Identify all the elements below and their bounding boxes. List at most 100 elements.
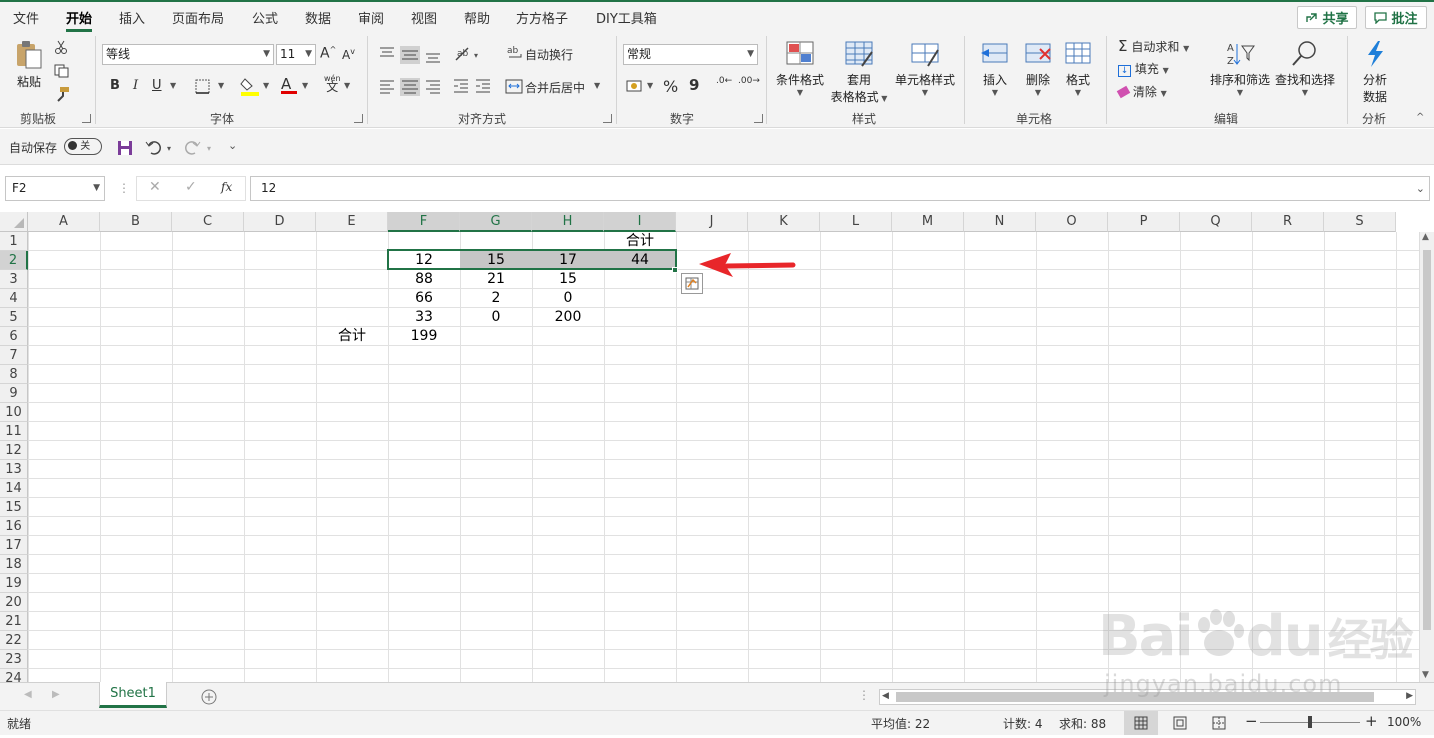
- page-layout-view-icon[interactable]: [1172, 715, 1188, 731]
- indent-icons[interactable]: [452, 78, 492, 96]
- row-header-13[interactable]: 13: [0, 460, 28, 479]
- column-header-n[interactable]: N: [964, 212, 1036, 232]
- horizontal-scroll-thumb[interactable]: [896, 692, 1374, 702]
- tab-data[interactable]: 数据: [305, 8, 331, 27]
- comma-button[interactable]: 9: [689, 76, 699, 94]
- grow-font-button[interactable]: A^: [320, 45, 336, 62]
- column-header-e[interactable]: E: [316, 212, 388, 232]
- font-size-combo[interactable]: 11 ▼: [276, 44, 316, 65]
- vertical-scrollbar[interactable]: ▲ ▼: [1419, 232, 1434, 682]
- orientation-icon[interactable]: ab ▾: [454, 44, 484, 64]
- fill-color-icon[interactable]: [240, 76, 260, 96]
- merge-center-icon[interactable]: [505, 78, 523, 96]
- horizontal-scrollbar[interactable]: ◀ ▶: [879, 689, 1416, 705]
- number-launcher-icon[interactable]: [754, 114, 763, 123]
- cell-f3[interactable]: 88: [388, 270, 460, 289]
- collapse-ribbon-icon[interactable]: ^: [1416, 112, 1424, 123]
- find-select-button[interactable]: 查找和选择 ▼: [1273, 40, 1337, 97]
- prev-sheet-icon[interactable]: ◀: [24, 689, 32, 700]
- cell-g5[interactable]: 0: [460, 308, 532, 327]
- clipboard-launcher-icon[interactable]: [82, 114, 91, 123]
- page-break-view-icon[interactable]: [1211, 715, 1227, 731]
- undo-icon[interactable]: ▾: [145, 139, 175, 155]
- chevron-down-icon[interactable]: ▼: [344, 81, 350, 90]
- select-all-corner[interactable]: [0, 212, 28, 232]
- analyze-data-button[interactable]: 分析 数据: [1356, 40, 1394, 105]
- tab-formulas[interactable]: 公式: [252, 8, 278, 27]
- tab-splitter-icon[interactable]: ⋮: [858, 688, 870, 702]
- merge-center-button[interactable]: 合并后居中: [525, 79, 585, 96]
- column-header-q[interactable]: Q: [1180, 212, 1252, 232]
- cancel-icon[interactable]: ✕: [149, 179, 161, 195]
- tab-home[interactable]: 开始: [66, 8, 93, 32]
- enter-icon[interactable]: ✓: [185, 179, 197, 195]
- zoom-slider-thumb[interactable]: [1308, 716, 1312, 728]
- scroll-thumb[interactable]: [1423, 250, 1431, 630]
- insert-cells-button[interactable]: 插入 ▼: [975, 40, 1015, 97]
- sort-filter-button[interactable]: AZ 排序和筛选 ▼: [1208, 40, 1272, 97]
- row-header-9[interactable]: 9: [0, 384, 28, 403]
- row-header-14[interactable]: 14: [0, 479, 28, 498]
- horizontal-align-icons[interactable]: [378, 78, 448, 96]
- decrease-decimal-button[interactable]: .00→: [738, 77, 760, 86]
- cell-f4[interactable]: 66: [388, 289, 460, 308]
- column-header-d[interactable]: D: [244, 212, 316, 232]
- delete-cells-button[interactable]: 删除 ▼: [1018, 40, 1058, 97]
- autosave-toggle[interactable]: 关: [64, 138, 102, 155]
- chevron-down-icon[interactable]: ▼: [647, 81, 653, 90]
- alignment-launcher-icon[interactable]: [603, 114, 612, 123]
- scroll-down-icon[interactable]: ▼: [1422, 670, 1429, 680]
- row-header-12[interactable]: 12: [0, 441, 28, 460]
- vertical-align-icons[interactable]: [378, 46, 448, 64]
- row-header-5[interactable]: 5: [0, 308, 28, 327]
- tab-help[interactable]: 帮助: [464, 8, 490, 27]
- border-icon[interactable]: [195, 79, 211, 95]
- cell-styles-button[interactable]: 单元格样式 ▼: [893, 40, 957, 97]
- row-header-18[interactable]: 18: [0, 555, 28, 574]
- font-name-combo[interactable]: 等线 ▼: [102, 44, 274, 65]
- row-header-15[interactable]: 15: [0, 498, 28, 517]
- tab-insert[interactable]: 插入: [119, 8, 145, 27]
- fill-button[interactable]: ↓ 填充 ▼: [1118, 60, 1169, 77]
- cell-h5[interactable]: 200: [532, 308, 604, 327]
- cut-icon[interactable]: [54, 40, 68, 54]
- wrap-text-icon[interactable]: ab: [507, 44, 525, 62]
- row-header-19[interactable]: 19: [0, 574, 28, 593]
- currency-icon[interactable]: [626, 78, 644, 94]
- zoom-in-icon[interactable]: +: [1365, 712, 1378, 730]
- cell-g3[interactable]: 21: [460, 270, 532, 289]
- conditional-format-button[interactable]: 条件格式 ▼: [773, 40, 827, 97]
- scroll-up-icon[interactable]: ▲: [1422, 232, 1429, 242]
- sheet-tab-sheet1[interactable]: Sheet1: [99, 682, 167, 708]
- share-button[interactable]: 共享: [1297, 6, 1357, 29]
- bold-button[interactable]: B: [110, 78, 120, 93]
- row-header-22[interactable]: 22: [0, 631, 28, 650]
- cell-f6[interactable]: 199: [388, 327, 460, 346]
- formula-input[interactable]: 12 ⌄: [250, 176, 1430, 201]
- italic-button[interactable]: I: [133, 78, 138, 93]
- tab-file[interactable]: 文件: [13, 8, 39, 27]
- row-header-6[interactable]: 6: [0, 327, 28, 346]
- tab-fangfange[interactable]: 方方格子: [516, 8, 568, 27]
- format-painter-icon[interactable]: [54, 86, 70, 102]
- shrink-font-button[interactable]: Av: [342, 47, 355, 62]
- tab-diy-toolbox[interactable]: DIY工具箱: [596, 8, 657, 27]
- insert-function-icon[interactable]: fx: [221, 180, 232, 194]
- add-sheet-icon[interactable]: [200, 688, 218, 706]
- autosum-button[interactable]: Σ 自动求和 ▼: [1118, 37, 1189, 55]
- wrap-text-button[interactable]: 自动换行: [525, 46, 573, 63]
- column-header-i[interactable]: I: [604, 212, 676, 232]
- zoom-level[interactable]: 100%: [1387, 715, 1421, 729]
- font-color-button[interactable]: A: [281, 75, 297, 94]
- row-header-7[interactable]: 7: [0, 346, 28, 365]
- font-launcher-icon[interactable]: [354, 114, 363, 123]
- chevron-down-icon[interactable]: ▼: [263, 81, 269, 90]
- copy-icon[interactable]: [54, 64, 70, 78]
- chevron-down-icon[interactable]: ▼: [594, 81, 600, 90]
- percent-button[interactable]: %: [663, 77, 678, 96]
- format-cells-button[interactable]: 格式 ▼: [1060, 40, 1096, 97]
- chevron-down-icon[interactable]: ▼: [170, 81, 176, 90]
- row-header-10[interactable]: 10: [0, 403, 28, 422]
- chevron-down-icon[interactable]: ▼: [218, 81, 224, 90]
- column-header-c[interactable]: C: [172, 212, 244, 232]
